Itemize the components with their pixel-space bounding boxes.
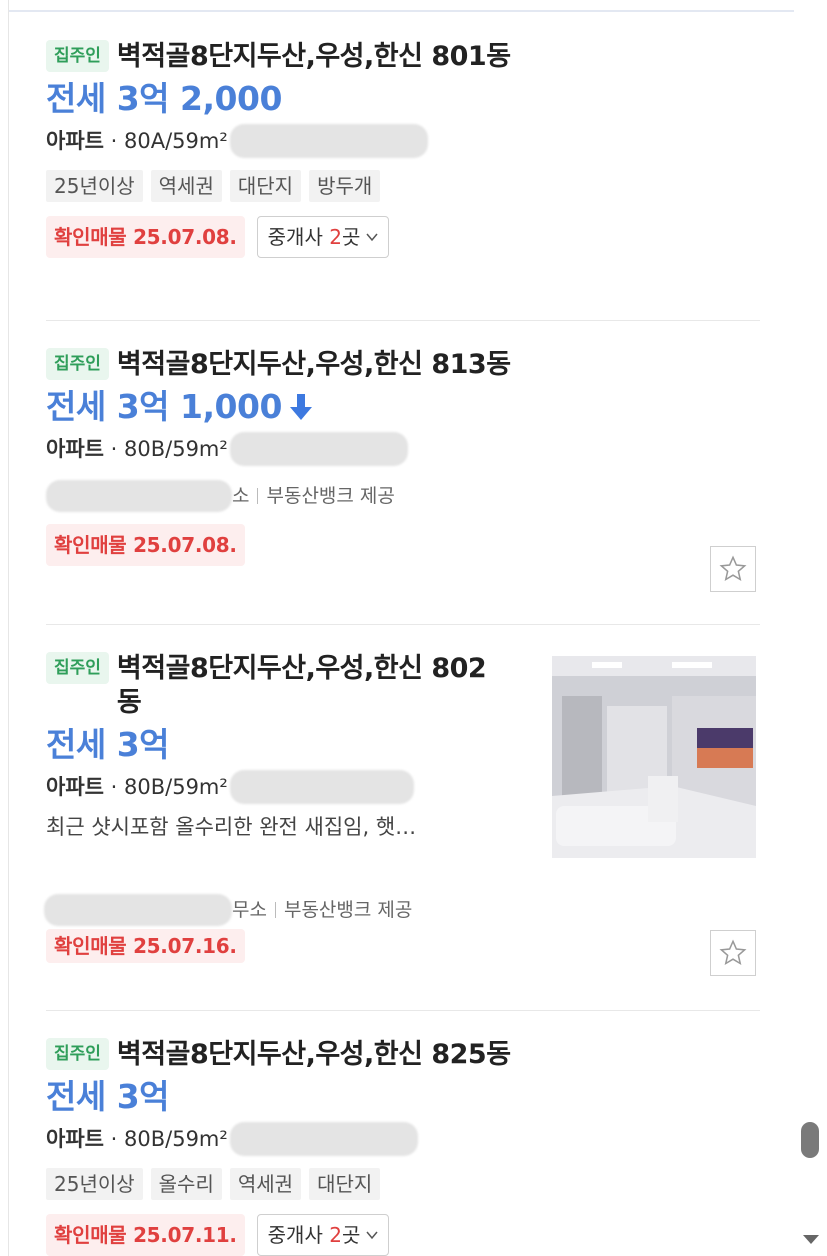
agency-suffix: 무소 [232, 899, 267, 921]
scrollbar-track[interactable] [794, 0, 827, 1256]
panel-left-border [8, 0, 9, 1256]
owner-badge: 집주인 [46, 348, 109, 380]
listing-divider [46, 320, 760, 321]
redacted-info [229, 770, 414, 804]
listing-price: 전세 3억 [46, 725, 170, 764]
owner-badge: 집주인 [46, 652, 109, 684]
redacted-info [229, 124, 428, 158]
star-outline-icon [719, 939, 747, 966]
favorite-button[interactable] [710, 930, 756, 976]
listing-footer: 확인매물 25.07.16. [46, 929, 245, 963]
owner-badge: 집주인 [46, 1038, 109, 1070]
listing-item[interactable]: 집주인 벽적골8단지두산,우성,한신 813동 전세 3억 1,000 아파트 … [46, 348, 760, 566]
chevron-down-icon [366, 233, 378, 242]
listing-spec: 아파트 · 80B/59m² [46, 770, 526, 804]
listing-item[interactable]: 집주인 벽적골8단지두산,우성,한신 802동 전세 3억 아파트 · 80B/… [46, 652, 526, 842]
star-outline-icon [719, 555, 747, 582]
list-top-border [8, 10, 794, 12]
tag: 올수리 [150, 1168, 222, 1200]
owner-badge: 집주인 [46, 40, 109, 72]
tag-list: 25년이상 역세권 대단지 방두개 [46, 170, 760, 202]
confirmed-listing-badge: 확인매물 25.07.16. [46, 929, 245, 963]
agent-count: 2 [329, 1223, 342, 1247]
listing-divider [46, 1010, 760, 1011]
listing-title[interactable]: 벽적골8단지두산,우성,한신 813동 [117, 348, 511, 382]
redacted-agency [46, 480, 232, 512]
separator [257, 488, 259, 504]
tag-list: 25년이상 올수리 역세권 대단지 [46, 1168, 760, 1200]
listing-source: 소 부동산뱅크 제공 [46, 480, 760, 512]
agent-count-button[interactable]: 중개사 2곳 [256, 1214, 390, 1256]
tag: 대단지 [309, 1168, 381, 1200]
listing-title[interactable]: 벽적골8단지두산,우성,한신 801동 [117, 40, 511, 74]
tag: 25년이상 [46, 1168, 143, 1200]
scroll-down-arrow-icon[interactable] [803, 1235, 819, 1244]
tag: 대단지 [229, 170, 302, 202]
confirmed-listing-badge: 확인매물 25.07.08. [46, 524, 245, 566]
arrow-down-icon [289, 394, 312, 420]
listing-spec: 아파트 · 80A/59m² [46, 124, 760, 158]
source-label: 부동산뱅크 제공 [283, 899, 413, 921]
tag: 역세권 [150, 170, 222, 202]
agent-label: 중개사 [267, 1223, 323, 1247]
agent-label: 중개사 [267, 225, 323, 249]
listing-price: 전세 3억 1,000 [46, 386, 760, 428]
confirmed-listing-badge: 확인매물 25.07.08. [46, 216, 245, 258]
favorite-button[interactable] [710, 546, 756, 592]
agency-suffix: 소 [232, 485, 250, 507]
listing-divider [46, 624, 760, 625]
room-photo [552, 656, 756, 858]
listing-title[interactable]: 벽적골8단지두산,우성,한신 825동 [117, 1038, 511, 1072]
listing-source: 무소 부동산뱅크 제공 [44, 894, 412, 926]
agent-suffix: 곳 [341, 225, 361, 249]
listing-item[interactable]: 집주인 벽적골8단지두산,우성,한신 801동 전세 3억 2,000 아파트 … [46, 40, 760, 258]
confirmed-listing-badge: 확인매물 25.07.11. [46, 1214, 245, 1256]
listing-price: 전세 3억 [46, 1077, 170, 1116]
scrollbar-thumb[interactable] [801, 1122, 819, 1158]
redacted-info [229, 432, 408, 466]
agent-suffix: 곳 [341, 1223, 361, 1247]
redacted-agency [44, 894, 232, 926]
source-label: 부동산뱅크 제공 [266, 485, 395, 507]
listing-thumbnail[interactable] [552, 656, 756, 858]
agent-count-button[interactable]: 중개사 2곳 [256, 216, 390, 258]
tag: 25년이상 [46, 170, 143, 202]
listing-item[interactable]: 집주인 벽적골8단지두산,우성,한신 825동 전세 3억 아파트 · 80B/… [46, 1038, 760, 1256]
listing-spec: 아파트 · 80B/59m² [46, 1122, 760, 1156]
listing-title[interactable]: 벽적골8단지두산,우성,한신 802동 [117, 652, 497, 720]
listing-price: 전세 3억 2,000 [46, 79, 282, 118]
tag: 방두개 [309, 170, 381, 202]
chevron-down-icon [366, 1231, 378, 1240]
agent-count: 2 [329, 225, 342, 249]
separator [274, 902, 276, 918]
listing-description: 최근 샷시포함 올수리한 완전 새집임, 햇… [46, 815, 417, 839]
listing-spec: 아파트 · 80B/59m² [46, 432, 760, 466]
tag: 역세권 [229, 1168, 302, 1200]
redacted-info [229, 1122, 418, 1156]
